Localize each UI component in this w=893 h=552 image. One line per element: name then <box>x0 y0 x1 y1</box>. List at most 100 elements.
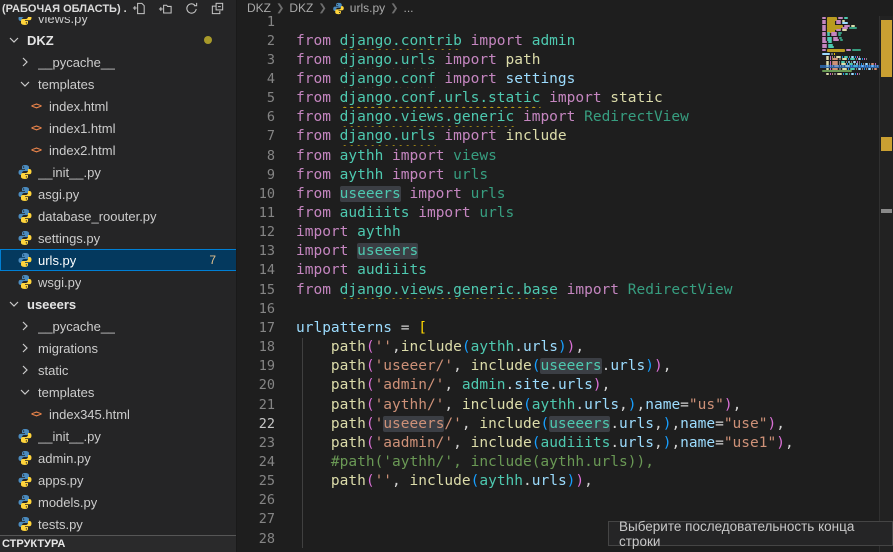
code-token: include <box>471 358 532 374</box>
line-number[interactable]: 26 <box>237 492 275 508</box>
tree-item-static[interactable]: static <box>0 359 236 381</box>
line-number[interactable]: 20 <box>237 377 275 393</box>
tree-item-templates[interactable]: templates <box>0 381 236 403</box>
code-line[interactable]: 12import aythh <box>237 223 820 242</box>
code-token: import <box>401 186 471 202</box>
tree-item-pycache[interactable]: __pycache__ <box>0 51 236 73</box>
tree-item-dkz[interactable]: DKZ <box>0 29 236 51</box>
breadcrumb-item[interactable]: ... <box>404 1 414 15</box>
minimap-bar <box>838 34 841 36</box>
code-line[interactable]: 8from aythh import views <box>237 146 820 165</box>
file-tree: views.pyDKZ__pycache__templates<>index.h… <box>0 0 236 536</box>
line-number[interactable]: 7 <box>237 128 275 144</box>
chev-right-icon <box>17 318 33 334</box>
tree-item-asgi-py[interactable]: asgi.py <box>0 183 236 205</box>
tree-item-label: static <box>38 363 68 378</box>
refresh-icon[interactable] <box>184 1 199 16</box>
tree-item-index1-html[interactable]: <>index1.html <box>0 117 236 139</box>
line-number[interactable]: 3 <box>237 52 275 68</box>
tree-item-init-py[interactable]: __init__.py <box>0 425 236 447</box>
line-number[interactable]: 28 <box>237 531 275 547</box>
line-number[interactable]: 16 <box>237 301 275 317</box>
tree-item-apps-py[interactable]: apps.py <box>0 469 236 491</box>
outline-section-header[interactable]: СТРУКТУРА <box>0 535 236 552</box>
code-token: = <box>392 320 418 336</box>
tree-item-urls-py[interactable]: urls.py7 <box>0 249 236 271</box>
tree-item-pycache[interactable]: __pycache__ <box>0 315 236 337</box>
line-number[interactable]: 13 <box>237 243 275 259</box>
code-line[interactable]: 14import audiiits <box>237 261 820 280</box>
code-token: include <box>462 397 523 413</box>
code-line[interactable]: 19 path('useeer/', include(useeers.urls)… <box>237 357 820 376</box>
line-number[interactable]: 8 <box>237 148 275 164</box>
html-icon: <> <box>28 98 44 114</box>
breadcrumb-item[interactable]: DKZ <box>247 1 271 15</box>
code-line[interactable]: 7from django.urls import include <box>237 127 820 146</box>
tree-item-wsgi-py[interactable]: wsgi.py <box>0 271 236 293</box>
code-line[interactable]: 4from django.conf import settings <box>237 69 820 88</box>
line-number[interactable]: 23 <box>237 435 275 451</box>
line-number[interactable]: 17 <box>237 320 275 336</box>
code-line[interactable]: 18 path('',include(aythh.urls)), <box>237 338 820 357</box>
line-number[interactable]: 5 <box>237 90 275 106</box>
line-number[interactable]: 4 <box>237 71 275 87</box>
code-token: urls <box>471 186 506 202</box>
tree-item-migrations[interactable]: migrations <box>0 337 236 359</box>
code-token: aythh <box>340 148 384 164</box>
minimap-bar <box>851 73 854 75</box>
code-line[interactable]: 6from django.views.generic import Redire… <box>237 108 820 127</box>
code-line[interactable]: 22 path('useeers/', include(useeers.urls… <box>237 414 820 433</box>
code-line[interactable]: 15from django.views.generic.base import … <box>237 280 820 299</box>
code-line[interactable]: 3from django.urls import path <box>237 50 820 69</box>
code-line[interactable]: 11from audiiits import urls <box>237 204 820 223</box>
line-number[interactable]: 22 <box>237 416 275 432</box>
line-number[interactable]: 9 <box>237 167 275 183</box>
tree-item-models-py[interactable]: models.py <box>0 491 236 513</box>
tree-item-init-py[interactable]: __init__.py <box>0 161 236 183</box>
line-number[interactable]: 15 <box>237 282 275 298</box>
tree-item-templates[interactable]: templates <box>0 73 236 95</box>
line-number[interactable]: 25 <box>237 473 275 489</box>
overview-ruler[interactable] <box>880 0 893 552</box>
line-number[interactable]: 21 <box>237 397 275 413</box>
collapse-all-icon[interactable] <box>210 1 225 16</box>
minimap[interactable] <box>820 13 879 123</box>
line-number[interactable]: 18 <box>237 339 275 355</box>
code-line[interactable]: 2from django.contrib import admin <box>237 31 820 50</box>
tree-item-index345-html[interactable]: <>index345.html <box>0 403 236 425</box>
tree-item-index2-html[interactable]: <>index2.html <box>0 139 236 161</box>
code-line[interactable]: 26 <box>237 491 820 510</box>
new-file-icon[interactable] <box>132 1 147 16</box>
code-line[interactable]: 16 <box>237 299 820 318</box>
tree-item-database-roouter-py[interactable]: database_roouter.py <box>0 205 236 227</box>
line-number[interactable]: 19 <box>237 358 275 374</box>
code-line[interactable]: 13import useeers <box>237 242 820 261</box>
breadcrumb-item[interactable]: DKZ <box>289 1 313 15</box>
tree-item-index-html[interactable]: <>index.html <box>0 95 236 117</box>
tree-item-tests-py[interactable]: tests.py <box>0 513 236 535</box>
line-number[interactable]: 12 <box>237 224 275 240</box>
code-line[interactable]: 23 path('aadmin/', include(audiiits.urls… <box>237 433 820 452</box>
line-number[interactable]: 6 <box>237 109 275 125</box>
line-number[interactable]: 10 <box>237 186 275 202</box>
line-number[interactable]: 2 <box>237 33 275 49</box>
code-line[interactable]: 17urlpatterns = [ <box>237 318 820 337</box>
code-line[interactable]: 25 path('', include(aythh.urls)), <box>237 472 820 491</box>
tree-item-settings-py[interactable]: settings.py <box>0 227 236 249</box>
code-line[interactable]: 5from django.conf.urls.static import sta… <box>237 89 820 108</box>
code-line[interactable]: 24 #path('aythh/', include(aythh.urls)), <box>237 452 820 471</box>
code-line[interactable]: 20 path('admin/', admin.site.urls), <box>237 376 820 395</box>
code-line[interactable]: 10from useeers import urls <box>237 184 820 203</box>
line-number[interactable]: 24 <box>237 454 275 470</box>
code-token: "us" <box>689 397 724 413</box>
code-token: = <box>715 416 724 432</box>
line-number[interactable]: 27 <box>237 511 275 527</box>
new-folder-icon[interactable] <box>158 1 173 16</box>
code-line[interactable]: 21 path('aythh/', include(aythh.urls,),n… <box>237 395 820 414</box>
tree-item-useeers[interactable]: useeers <box>0 293 236 315</box>
code-line[interactable]: 9from aythh import urls <box>237 165 820 184</box>
tree-item-admin-py[interactable]: admin.py <box>0 447 236 469</box>
line-number[interactable]: 14 <box>237 262 275 278</box>
breadcrumb-item[interactable]: urls.py <box>350 1 385 15</box>
line-number[interactable]: 11 <box>237 205 275 221</box>
